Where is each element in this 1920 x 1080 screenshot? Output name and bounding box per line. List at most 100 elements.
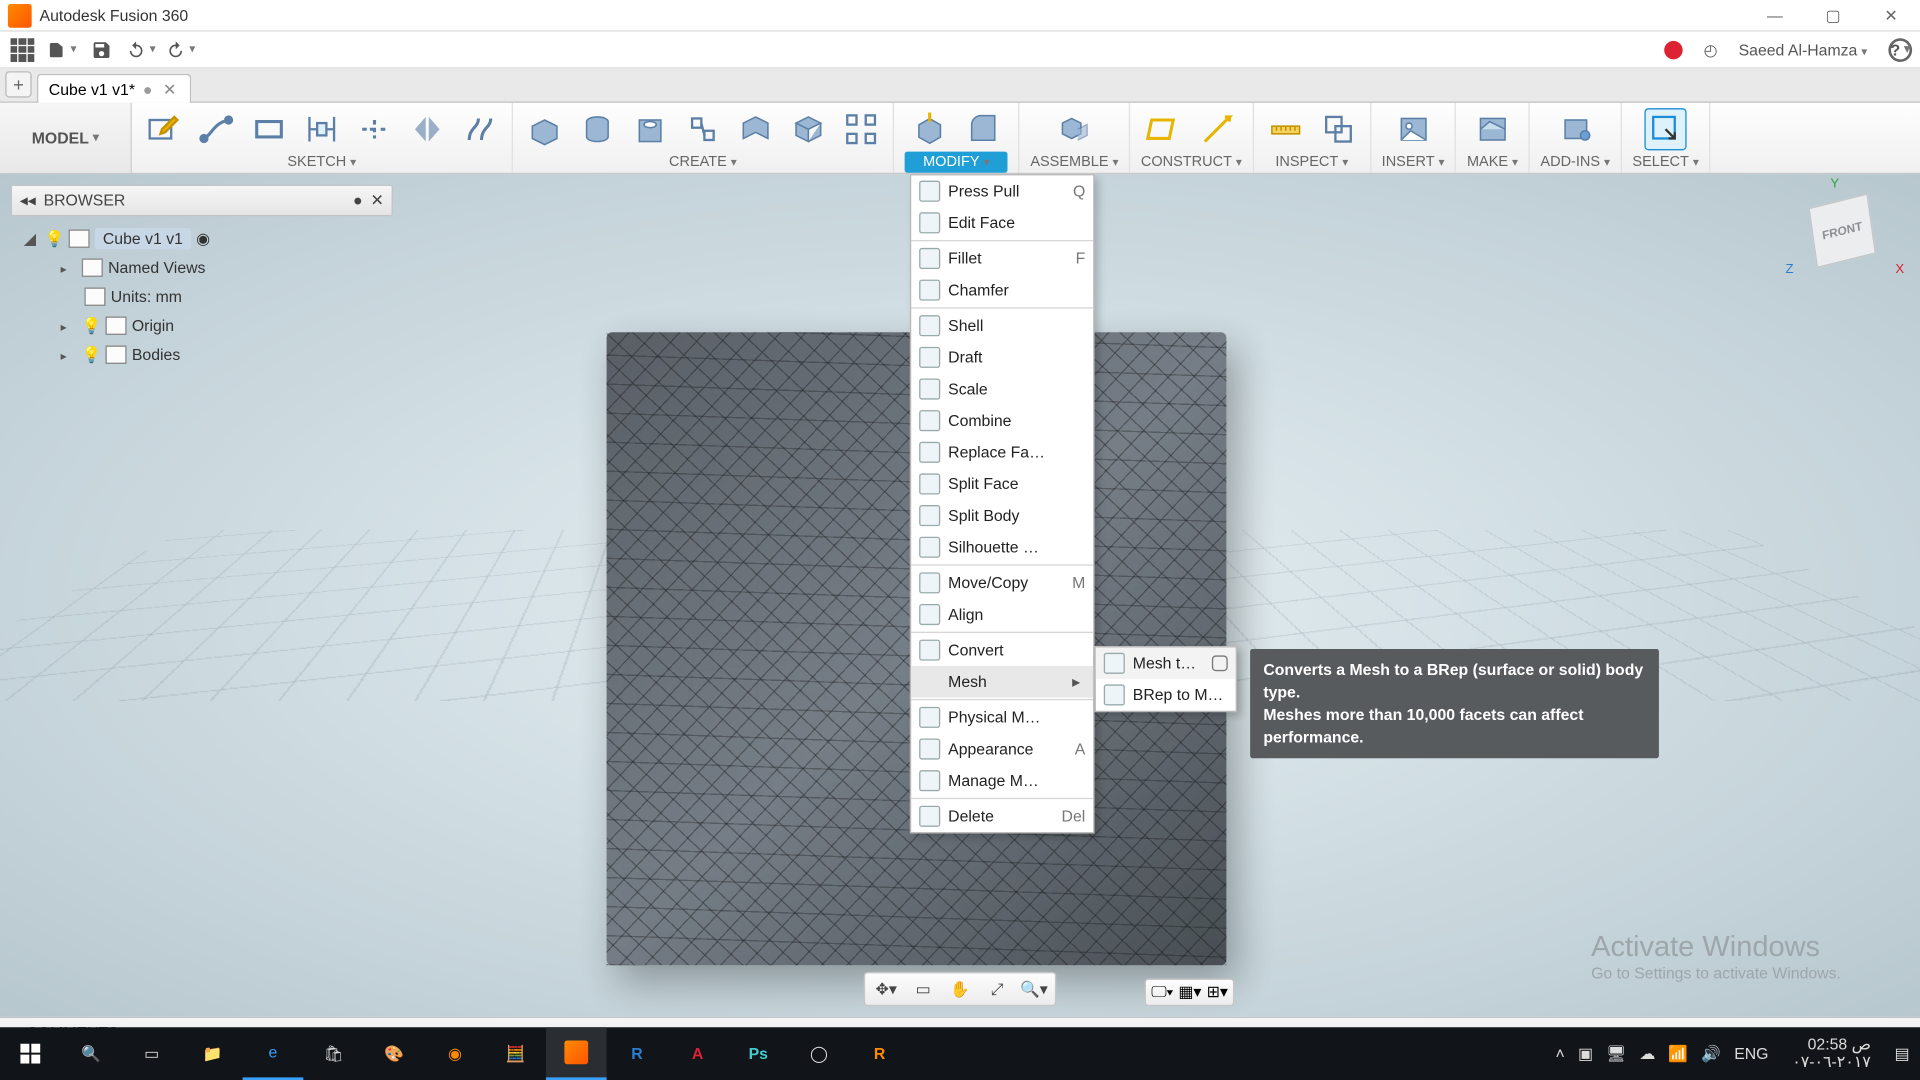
browser-node-units[interactable]: Units: mm <box>13 282 393 311</box>
ribbon-group-label[interactable]: INSERT <box>1382 154 1445 172</box>
menu-item-brep-to-mesh[interactable]: BRep to Mesh <box>1096 679 1236 711</box>
browser-node-origin[interactable]: 💡 Origin <box>13 311 393 340</box>
menu-item-appearance[interactable]: AppearanceA <box>911 733 1093 765</box>
job-status-icon[interactable]: ◴ <box>1704 40 1718 58</box>
workspace-switcher[interactable]: MODEL <box>0 103 132 173</box>
select-icon[interactable] <box>1645 107 1687 149</box>
rib-icon[interactable] <box>735 107 777 149</box>
explorer-button[interactable]: 📁 <box>182 1027 243 1080</box>
tray-wifi-icon[interactable]: 📶 <box>1668 1044 1688 1062</box>
steam-button[interactable]: ◯ <box>789 1027 850 1080</box>
menu-item-delete[interactable]: DeleteDel <box>911 800 1093 832</box>
window-close-button[interactable]: ✕ <box>1862 0 1920 31</box>
measure-icon[interactable] <box>1264 107 1306 149</box>
menu-item-manage[interactable]: Manage Materials <box>911 765 1093 797</box>
dimension-icon[interactable] <box>301 107 343 149</box>
fillet-icon[interactable] <box>962 106 1004 148</box>
viewcube-face[interactable]: FRONT <box>1808 193 1876 268</box>
expand-icon[interactable] <box>61 316 77 334</box>
ribbon-group-label[interactable]: CONSTRUCT <box>1141 154 1242 172</box>
new-document-button[interactable]: + <box>5 71 31 97</box>
create-sketch-icon[interactable] <box>142 107 184 149</box>
start-button[interactable] <box>0 1027 61 1080</box>
browser-close-icon[interactable]: ✕ <box>370 191 383 209</box>
fit-icon[interactable]: 🔍▾ <box>1018 976 1050 1002</box>
hole-icon[interactable] <box>629 107 671 149</box>
assemble-icon[interactable] <box>1053 107 1095 149</box>
orbit-icon[interactable]: ✥▾ <box>870 976 902 1002</box>
menu-item-replaceface[interactable]: Replace Face <box>911 436 1093 468</box>
tray-language[interactable]: ENG <box>1734 1044 1768 1062</box>
browser-node-namedviews[interactable]: Named Views <box>13 253 393 282</box>
tray-cloud-icon[interactable]: ☁ <box>1639 1044 1655 1062</box>
visibility-icon[interactable]: 💡 <box>45 229 63 247</box>
expand-icon[interactable] <box>61 258 77 276</box>
menu-item-convert[interactable]: Convert <box>911 634 1093 666</box>
loft-icon[interactable] <box>682 107 724 149</box>
window-maximize-button[interactable]: ▢ <box>1804 0 1862 31</box>
3dprint-icon[interactable] <box>1471 107 1513 149</box>
ribbon-group-label[interactable]: INSPECT <box>1275 154 1348 172</box>
paint-button[interactable]: 🎨 <box>364 1027 425 1080</box>
store-button[interactable]: 🛍 <box>303 1027 364 1080</box>
document-tab[interactable]: Cube v1 v1* ● ✕ <box>37 74 191 103</box>
ribbon-group-label[interactable]: MODIFY <box>905 152 1008 173</box>
record-icon[interactable] <box>1664 40 1682 58</box>
zoom-icon[interactable]: ⤢ <box>981 976 1013 1002</box>
menu-item-mesh[interactable]: Mesh▸ <box>911 666 1093 698</box>
box-icon[interactable] <box>787 107 829 149</box>
rectangle-icon[interactable] <box>248 107 290 149</box>
decal-icon[interactable] <box>1392 107 1434 149</box>
ribbon-group-label[interactable]: MAKE <box>1467 154 1518 172</box>
menu-item-editface[interactable]: Edit Face <box>911 207 1093 239</box>
menu-item-shell[interactable]: Shell <box>911 310 1093 342</box>
menu-item-move[interactable]: Move/CopyM <box>911 567 1093 599</box>
collapse-icon[interactable]: ◂◂ <box>20 191 36 209</box>
constraint-icon[interactable] <box>459 107 501 149</box>
search-button[interactable]: 🔍 <box>61 1027 122 1080</box>
browser-header[interactable]: ◂◂ BROWSER ● ✕ <box>11 185 393 217</box>
extrude-icon[interactable] <box>524 107 566 149</box>
undo-button[interactable] <box>127 35 156 64</box>
autocad-button[interactable]: A <box>667 1027 728 1080</box>
viewport[interactable]: ◂◂ BROWSER ● ✕ ◢ 💡 Cube v1 v1 ◉ Named Vi… <box>0 174 1920 1017</box>
activate-icon[interactable]: ◉ <box>196 229 210 247</box>
pan-icon[interactable]: ✋ <box>944 976 976 1002</box>
viewcube[interactable]: Y FRONT X Z <box>1791 182 1899 290</box>
menu-item-chamfer[interactable]: Chamfer <box>911 274 1093 306</box>
tray-onedrive-icon[interactable]: ▣ <box>1578 1044 1593 1062</box>
ribbon-group-label[interactable]: ASSEMBLE <box>1030 154 1118 172</box>
edge-button[interactable]: e <box>243 1027 304 1080</box>
visibility-icon[interactable]: 💡 <box>82 316 100 334</box>
menu-item-presspull[interactable]: Press PullQ <box>911 175 1093 207</box>
menu-item-draft[interactable]: Draft <box>911 342 1093 374</box>
plane-icon[interactable] <box>1144 107 1186 149</box>
menu-item-splitface[interactable]: Split Face <box>911 468 1093 500</box>
ribbon-group-label[interactable]: SKETCH <box>287 154 356 172</box>
save-button[interactable] <box>87 35 116 64</box>
taskview-button[interactable]: ▭ <box>121 1027 182 1080</box>
pattern-icon[interactable] <box>840 107 882 149</box>
ribbon-group-label[interactable]: ADD-INS <box>1540 154 1610 172</box>
window-minimize-button[interactable]: — <box>1746 0 1804 31</box>
interference-icon[interactable] <box>1317 107 1359 149</box>
trim-icon[interactable] <box>353 107 395 149</box>
menu-item-align[interactable]: Align <box>911 599 1093 631</box>
display-settings-icon[interactable]: 🖵▾ <box>1151 982 1173 1002</box>
tray-chevron-icon[interactable]: ˄ <box>1556 1044 1565 1062</box>
data-panel-button[interactable] <box>8 35 37 64</box>
fusion-taskbar-button[interactable] <box>546 1027 607 1080</box>
photoshop-button[interactable]: Ps <box>728 1027 789 1080</box>
addins-icon[interactable] <box>1554 107 1596 149</box>
menu-item-combine[interactable]: Combine <box>911 405 1093 437</box>
expand-icon[interactable] <box>61 345 77 363</box>
user-menu[interactable]: Saeed Al-Hamza <box>1739 40 1868 58</box>
ribbon-group-label[interactable]: CREATE <box>669 154 737 172</box>
file-menu-button[interactable] <box>47 35 76 64</box>
browser-node-bodies[interactable]: 💡 Bodies <box>13 340 393 369</box>
grid-settings-icon[interactable]: ▦▾ <box>1178 982 1201 1002</box>
menu-item-silhouette[interactable]: Silhouette Split <box>911 531 1093 563</box>
revolve-icon[interactable] <box>576 107 618 149</box>
menu-item-fillet[interactable]: FilletF <box>911 243 1093 275</box>
ribbon-group-label[interactable]: SELECT <box>1632 154 1698 172</box>
